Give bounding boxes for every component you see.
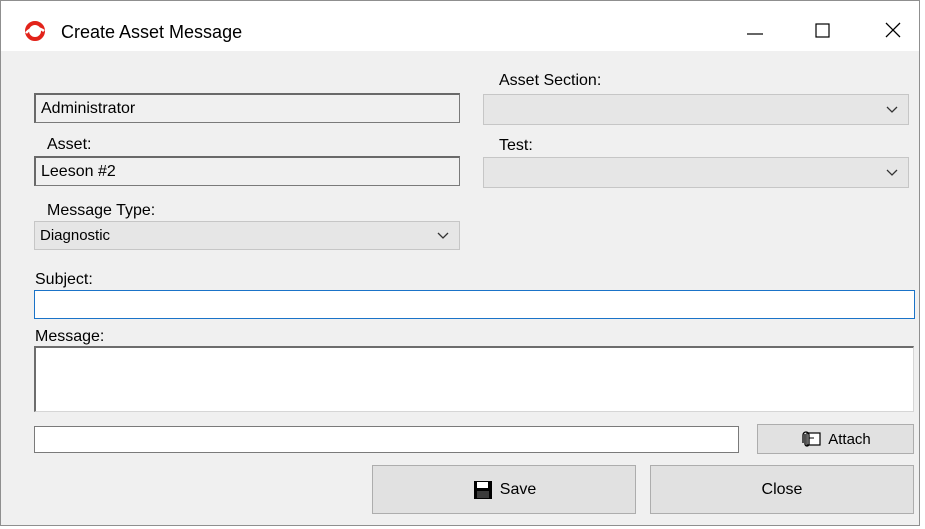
maximize-button[interactable] [793,11,853,49]
asset-section-label: Asset Section: [499,72,602,89]
attachment-path-field[interactable] [34,426,739,453]
close-button[interactable]: Close [650,465,914,514]
chevron-down-icon [886,169,898,176]
user-value: Administrator [41,99,136,117]
chevron-down-icon [437,232,449,239]
message-label: Message: [35,328,105,345]
minimize-icon [747,33,763,35]
floppy-disk-icon [473,480,492,499]
save-label: Save [499,480,537,498]
create-asset-message-window: Create Asset Message Administrator Asset… [0,0,920,526]
subject-input[interactable] [34,290,915,319]
message-type-value: Diagnostic [40,227,111,244]
asset-section-select[interactable] [483,94,909,125]
attach-button[interactable]: Attach [757,424,914,454]
window-title: Create Asset Message [61,22,243,42]
app-logo-icon [25,21,45,41]
message-type-label: Message Type: [47,202,156,219]
maximize-icon [815,23,830,38]
save-button[interactable]: Save [372,465,636,514]
title-bar: Create Asset Message [1,1,919,51]
asset-label: Asset: [47,136,92,153]
minimize-button[interactable] [725,11,785,49]
attach-label: Attach [828,430,871,448]
close-label: Close [761,480,803,498]
test-label: Test: [499,137,533,154]
asset-value: Leeson #2 [41,162,116,180]
close-icon [885,22,901,38]
user-field[interactable]: Administrator [34,93,460,123]
test-select[interactable] [483,157,909,188]
subject-label: Subject: [35,271,93,288]
message-type-select[interactable]: Diagnostic [34,221,460,250]
message-textarea[interactable] [34,346,914,412]
asset-field[interactable]: Leeson #2 [34,156,460,186]
paperclip-icon [802,431,821,447]
chevron-down-icon [886,106,898,113]
close-window-button[interactable] [863,11,923,49]
